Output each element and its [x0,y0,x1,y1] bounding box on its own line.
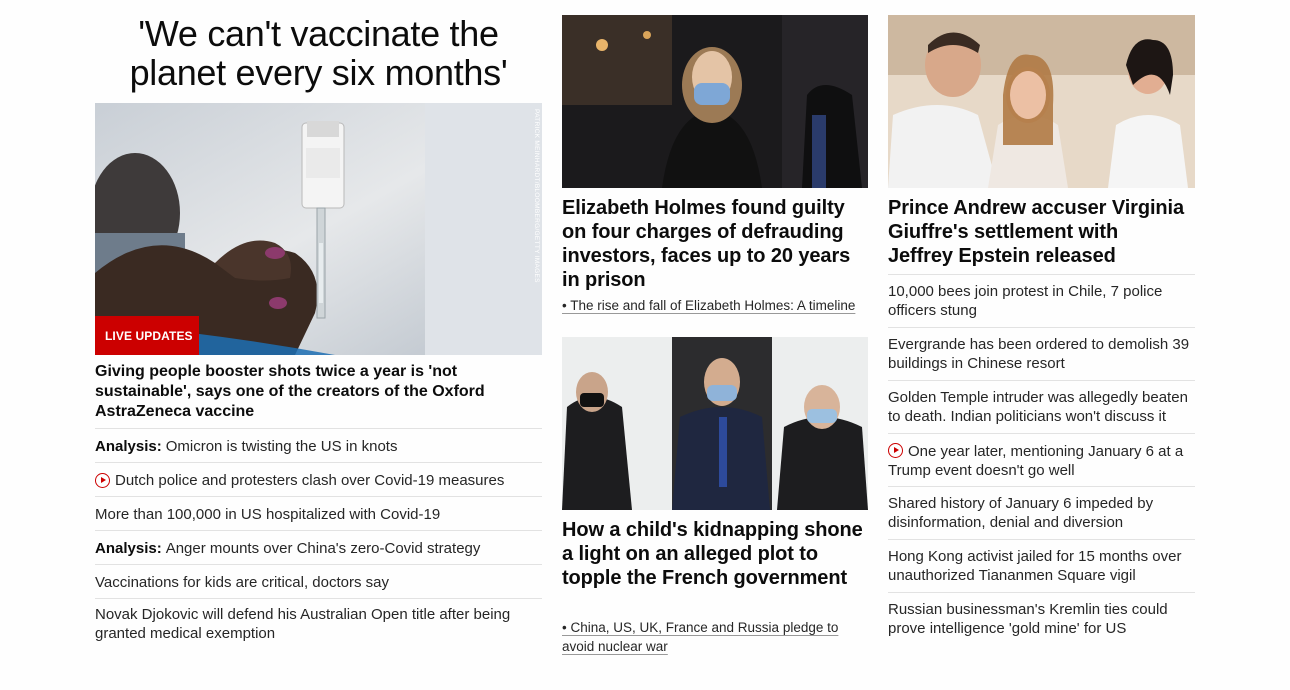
list-item[interactable]: Analysis: Anger mounts over China's zero… [95,530,542,564]
holmes-headline[interactable]: Elizabeth Holmes found guilty on four ch… [562,196,868,292]
list-item[interactable]: One year later, mentioning January 6 at … [888,433,1195,486]
prince-andrew-image[interactable] [888,15,1195,188]
list-item[interactable]: Shared history of January 6 impeded by d… [888,486,1195,539]
image-credit: PATRICK MEINHARDT/BLOOMBERG/GETTY IMAGES [533,109,540,283]
list-item[interactable]: Analysis: Omicron is twisting the US in … [95,428,542,462]
list-item[interactable]: Russian businessman's Kremlin ties could… [888,592,1195,645]
list-item-text: Golden Temple intruder was allegedly bea… [888,389,1188,425]
list-item-text: Shared history of January 6 impeded by d… [888,495,1154,531]
list-item-text: More than 100,000 in US hospitalized wit… [95,506,441,523]
list-item-text: One year later, mentioning January 6 at … [888,441,1195,480]
lead-story-headline[interactable]: Giving people booster shots twice a year… [95,362,525,422]
list-item[interactable]: Hong Kong activist jailed for 15 months … [888,539,1195,592]
list-item[interactable]: Dutch police and protesters clash over C… [95,462,542,496]
play-video-icon [888,443,903,458]
live-updates-badge[interactable]: LIVE UPDATES [95,316,199,355]
left-story-list: Analysis: Omicron is twisting the US in … [95,428,542,651]
list-item-text: 10,000 bees join protest in Chile, 7 pol… [888,283,1163,319]
list-item[interactable]: Vaccinations for kids are critical, doct… [95,564,542,598]
list-item-text-content: One year later, mentioning January 6 at … [888,443,1184,479]
list-item[interactable]: 10,000 bees join protest in Chile, 7 pol… [888,274,1195,327]
list-item-text: Novak Djokovic will defend his Australia… [95,606,511,642]
play-video-icon [95,473,110,488]
list-item-text: Dutch police and protesters clash over C… [115,472,505,489]
vaccine-image[interactable]: PATRICK MEINHARDT/BLOOMBERG/GETTY IMAGES… [95,103,542,355]
list-item-text: Anger mounts over China's zero-Covid str… [165,540,481,557]
list-item[interactable]: Novak Djokovic will defend his Australia… [95,598,542,651]
kidnapping-headline[interactable]: How a child's kidnapping shone a light o… [562,518,868,590]
prince-andrew-headline[interactable]: Prince Andrew accuser Virginia Giuffre's… [888,196,1188,268]
holmes-image[interactable] [562,15,868,188]
holmes-timeline-link[interactable]: • The rise and fall of Elizabeth Holmes:… [562,296,855,315]
right-story-list: 10,000 bees join protest in Chile, 7 pol… [888,274,1195,645]
list-item[interactable]: Evergrande has been ordered to demolish … [888,327,1195,380]
list-item[interactable]: More than 100,000 in US hospitalized wit… [95,496,542,530]
list-item[interactable]: Golden Temple intruder was allegedly bea… [888,380,1195,433]
nuclear-pledge-link[interactable]: • China, US, UK, France and Russia pledg… [562,618,862,656]
kidnapping-image[interactable] [562,337,868,510]
list-item-text: Hong Kong activist jailed for 15 months … [888,548,1182,584]
list-item-text: Vaccinations for kids are critical, doct… [95,574,390,591]
analysis-label: Analysis: [95,540,162,557]
list-item-text: Omicron is twisting the US in knots [165,438,398,455]
list-item-text: Russian businessman's Kremlin ties could… [888,601,1168,637]
list-item-text: Evergrande has been ordered to demolish … [888,336,1190,372]
main-headline[interactable]: 'We can't vaccinate the planet every six… [95,14,542,92]
analysis-label: Analysis: [95,438,162,455]
